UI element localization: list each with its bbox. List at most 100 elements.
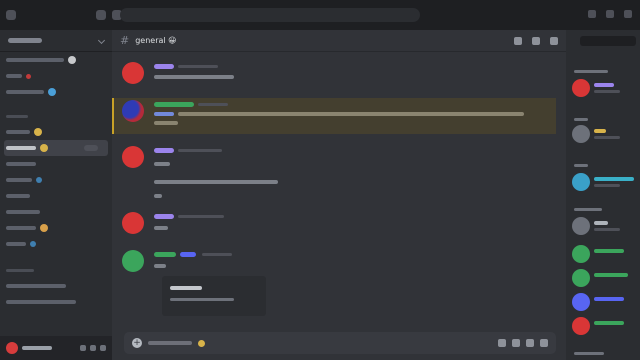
embed-title [170,286,202,290]
gif-icon[interactable] [512,339,520,347]
emoji-icon[interactable] [198,339,205,347]
channel-item[interactable] [0,294,112,310]
avatar [572,79,590,97]
avatar[interactable] [122,100,144,122]
message-text [178,112,524,116]
message-author[interactable] [154,214,174,219]
avatar[interactable] [122,250,144,272]
avatar [572,269,590,287]
member-name [594,129,606,133]
channel-item[interactable] [0,156,112,172]
mic-icon[interactable] [80,345,86,351]
member-name [594,249,624,253]
member-item[interactable] [572,316,636,336]
channel-item[interactable] [0,84,112,100]
avatar [572,245,590,263]
member-status [594,184,620,187]
message-composer[interactable]: + [124,332,556,354]
app-window: # general 😀 + [0,0,640,360]
gear-icon[interactable] [100,345,106,351]
member-name [594,297,624,301]
channel-item[interactable] [0,236,112,252]
channel-item[interactable] [0,188,112,204]
message-timestamp [178,149,222,152]
username [22,346,52,350]
role-header [574,164,588,167]
message-author[interactable] [154,102,194,107]
role-header [574,352,604,355]
gift-icon[interactable] [498,339,506,347]
message-text [154,264,166,268]
message-author[interactable] [154,64,174,69]
channel-item-active[interactable] [4,140,108,156]
channel-title: general 😀 [135,36,177,45]
avatar [572,217,590,235]
user-panel [0,336,112,360]
message-author[interactable] [154,252,176,257]
chevron-down-icon[interactable] [97,36,106,45]
channel-item[interactable] [0,68,112,84]
member-item[interactable] [572,124,636,144]
member-name [594,177,634,181]
minimize-icon[interactable] [606,10,614,18]
threads-icon[interactable] [514,36,522,45]
avatar[interactable] [122,146,144,168]
hash-icon: # [120,34,130,47]
channel-item[interactable] [0,204,112,220]
message-timestamp [178,65,218,68]
message-author[interactable] [154,148,174,153]
message-timestamp [178,215,224,218]
channel-item[interactable] [0,52,112,68]
chat-header: # general 😀 [112,30,566,52]
avatar[interactable] [6,342,18,354]
settings-icon[interactable] [588,10,596,18]
inbox-icon[interactable] [550,36,558,45]
avatar[interactable] [122,62,144,84]
channel-item[interactable] [0,220,112,236]
embed-description [170,298,234,301]
channel-badge [84,145,98,151]
member-status [594,90,620,93]
member-name [594,321,624,325]
plus-circle-icon[interactable]: + [132,338,142,348]
sticker-icon[interactable] [526,339,534,347]
back-icon[interactable] [96,10,106,20]
message-text [154,75,234,79]
member-item[interactable] [572,216,636,236]
category-header[interactable] [0,262,112,278]
message-text [154,162,170,166]
member-item[interactable] [572,172,636,192]
members-icon[interactable] [532,36,540,45]
title-bar [0,0,640,30]
role-header [574,118,588,121]
close-icon[interactable] [624,10,632,18]
avatar [572,125,590,143]
member-list [566,30,640,360]
member-item[interactable] [572,244,636,264]
avatar[interactable] [122,212,144,234]
member-item[interactable] [572,78,636,98]
channel-item[interactable] [0,124,112,140]
emoji-picker-icon[interactable] [540,339,548,347]
channel-item[interactable] [0,172,112,188]
server-name [8,38,42,43]
message-timestamp [198,103,228,106]
member-item[interactable] [572,292,636,312]
message-timestamp [202,253,232,256]
avatar [572,173,590,191]
server-header[interactable] [0,30,112,52]
member-item[interactable] [572,268,636,288]
app-menu-icon[interactable] [6,10,16,20]
category-header[interactable] [0,108,112,124]
avatar [572,317,590,335]
message-text [154,226,168,230]
address-bar[interactable] [120,8,420,22]
member-name [594,83,614,87]
mention[interactable] [154,112,174,116]
headphones-icon[interactable] [90,345,96,351]
channel-item[interactable] [0,278,112,294]
message-text [154,121,178,125]
member-name [594,273,628,277]
message-embed[interactable] [162,276,266,316]
search-input[interactable] [580,36,636,46]
